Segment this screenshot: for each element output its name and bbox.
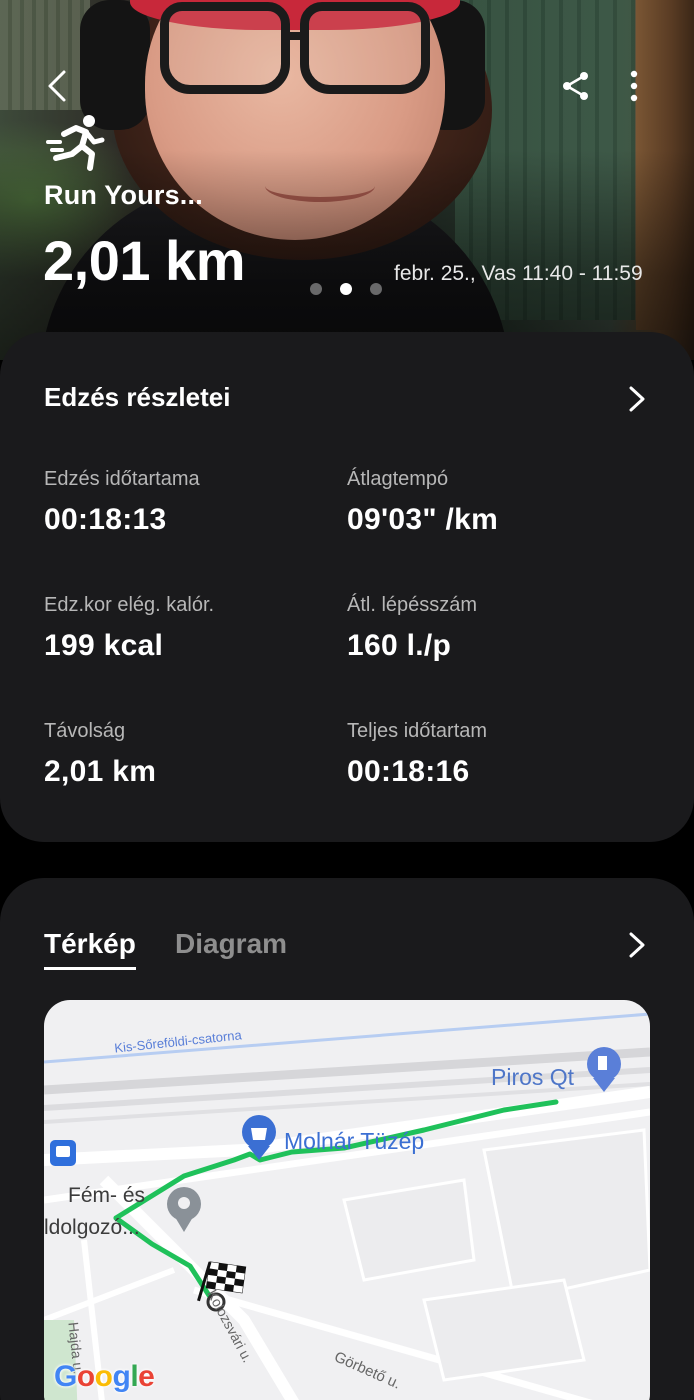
map-label-poi[interactable]: Fém- és	[68, 1184, 145, 1208]
running-person-icon	[46, 115, 105, 171]
route-map[interactable]: Kis-Sőreföldi-csatorna Piros Qt Molnár T…	[44, 1000, 650, 1400]
stat-label: Távolság	[44, 720, 126, 742]
stat-value: 2,01 km	[44, 755, 157, 788]
photo-glasses-left	[160, 2, 290, 94]
workout-details-title[interactable]: Edzés részletei	[44, 382, 230, 413]
google-logo: Google	[54, 1360, 155, 1393]
workout-title: Run Yours...	[44, 180, 203, 210]
stat-distance: Távolság 2,01 km	[44, 720, 344, 789]
stat-label: Teljes időtartam	[347, 720, 488, 742]
total-distance: 2,01 km	[43, 229, 246, 292]
more-options-button[interactable]	[618, 66, 650, 106]
tab-map[interactable]: Térkép	[44, 928, 136, 970]
stat-label: Átlagtempó	[347, 468, 449, 490]
workout-details-card: Edzés részletei Edzés időtartama 00:18:1…	[0, 332, 694, 842]
stat-total-duration: Teljes időtartam 00:18:16	[347, 720, 647, 789]
stat-value: 160 l./p	[347, 629, 452, 662]
stat-value: 00:18:13	[44, 503, 167, 536]
back-button[interactable]	[38, 66, 78, 106]
stat-value: 09'03" /km	[347, 503, 499, 536]
workout-date-range: febr. 25., Vas 11:40 - 11:59	[394, 262, 643, 285]
stat-label: Edzés időtartama	[44, 468, 200, 490]
chevron-right-icon[interactable]	[622, 384, 652, 414]
stat-label: Edz.kor elég. kalór.	[44, 594, 215, 616]
stat-label: Átl. lépésszám	[347, 594, 478, 616]
map-label-poi-line2[interactable]: ldolgozó...	[44, 1216, 140, 1240]
stat-calories: Edz.kor elég. kalór. 199 kcal	[44, 594, 344, 663]
page-dot-active[interactable]	[340, 283, 352, 295]
stat-cadence: Átl. lépésszám 160 l./p	[347, 594, 647, 663]
photo-glasses-bridge	[283, 32, 305, 40]
tab-diagram[interactable]: Diagram	[175, 928, 287, 960]
map-card: Térkép Diagram Kis-Sőreföldi-csatorna Pi…	[0, 878, 694, 1400]
chevron-left-icon	[48, 70, 66, 102]
stat-value: 199 kcal	[44, 629, 164, 662]
stat-duration: Edzés időtartama 00:18:13	[44, 468, 344, 537]
map-label-shop[interactable]: Molnár Tüzép	[284, 1128, 424, 1155]
more-vertical-icon	[630, 70, 638, 102]
page-dot[interactable]	[310, 283, 322, 295]
photo-headphone-left	[80, 0, 150, 130]
photo-glasses-right	[300, 2, 430, 94]
share-button[interactable]	[556, 66, 596, 106]
map-label-fuel-station[interactable]: Piros Qt	[491, 1064, 574, 1091]
photo-page-indicator	[310, 283, 382, 295]
stat-value: 00:18:16	[347, 755, 470, 788]
page-dot[interactable]	[370, 283, 382, 295]
share-icon	[563, 72, 588, 100]
chevron-right-icon[interactable]	[622, 930, 652, 960]
stat-avg-pace: Átlagtempó 09'03" /km	[347, 468, 647, 537]
